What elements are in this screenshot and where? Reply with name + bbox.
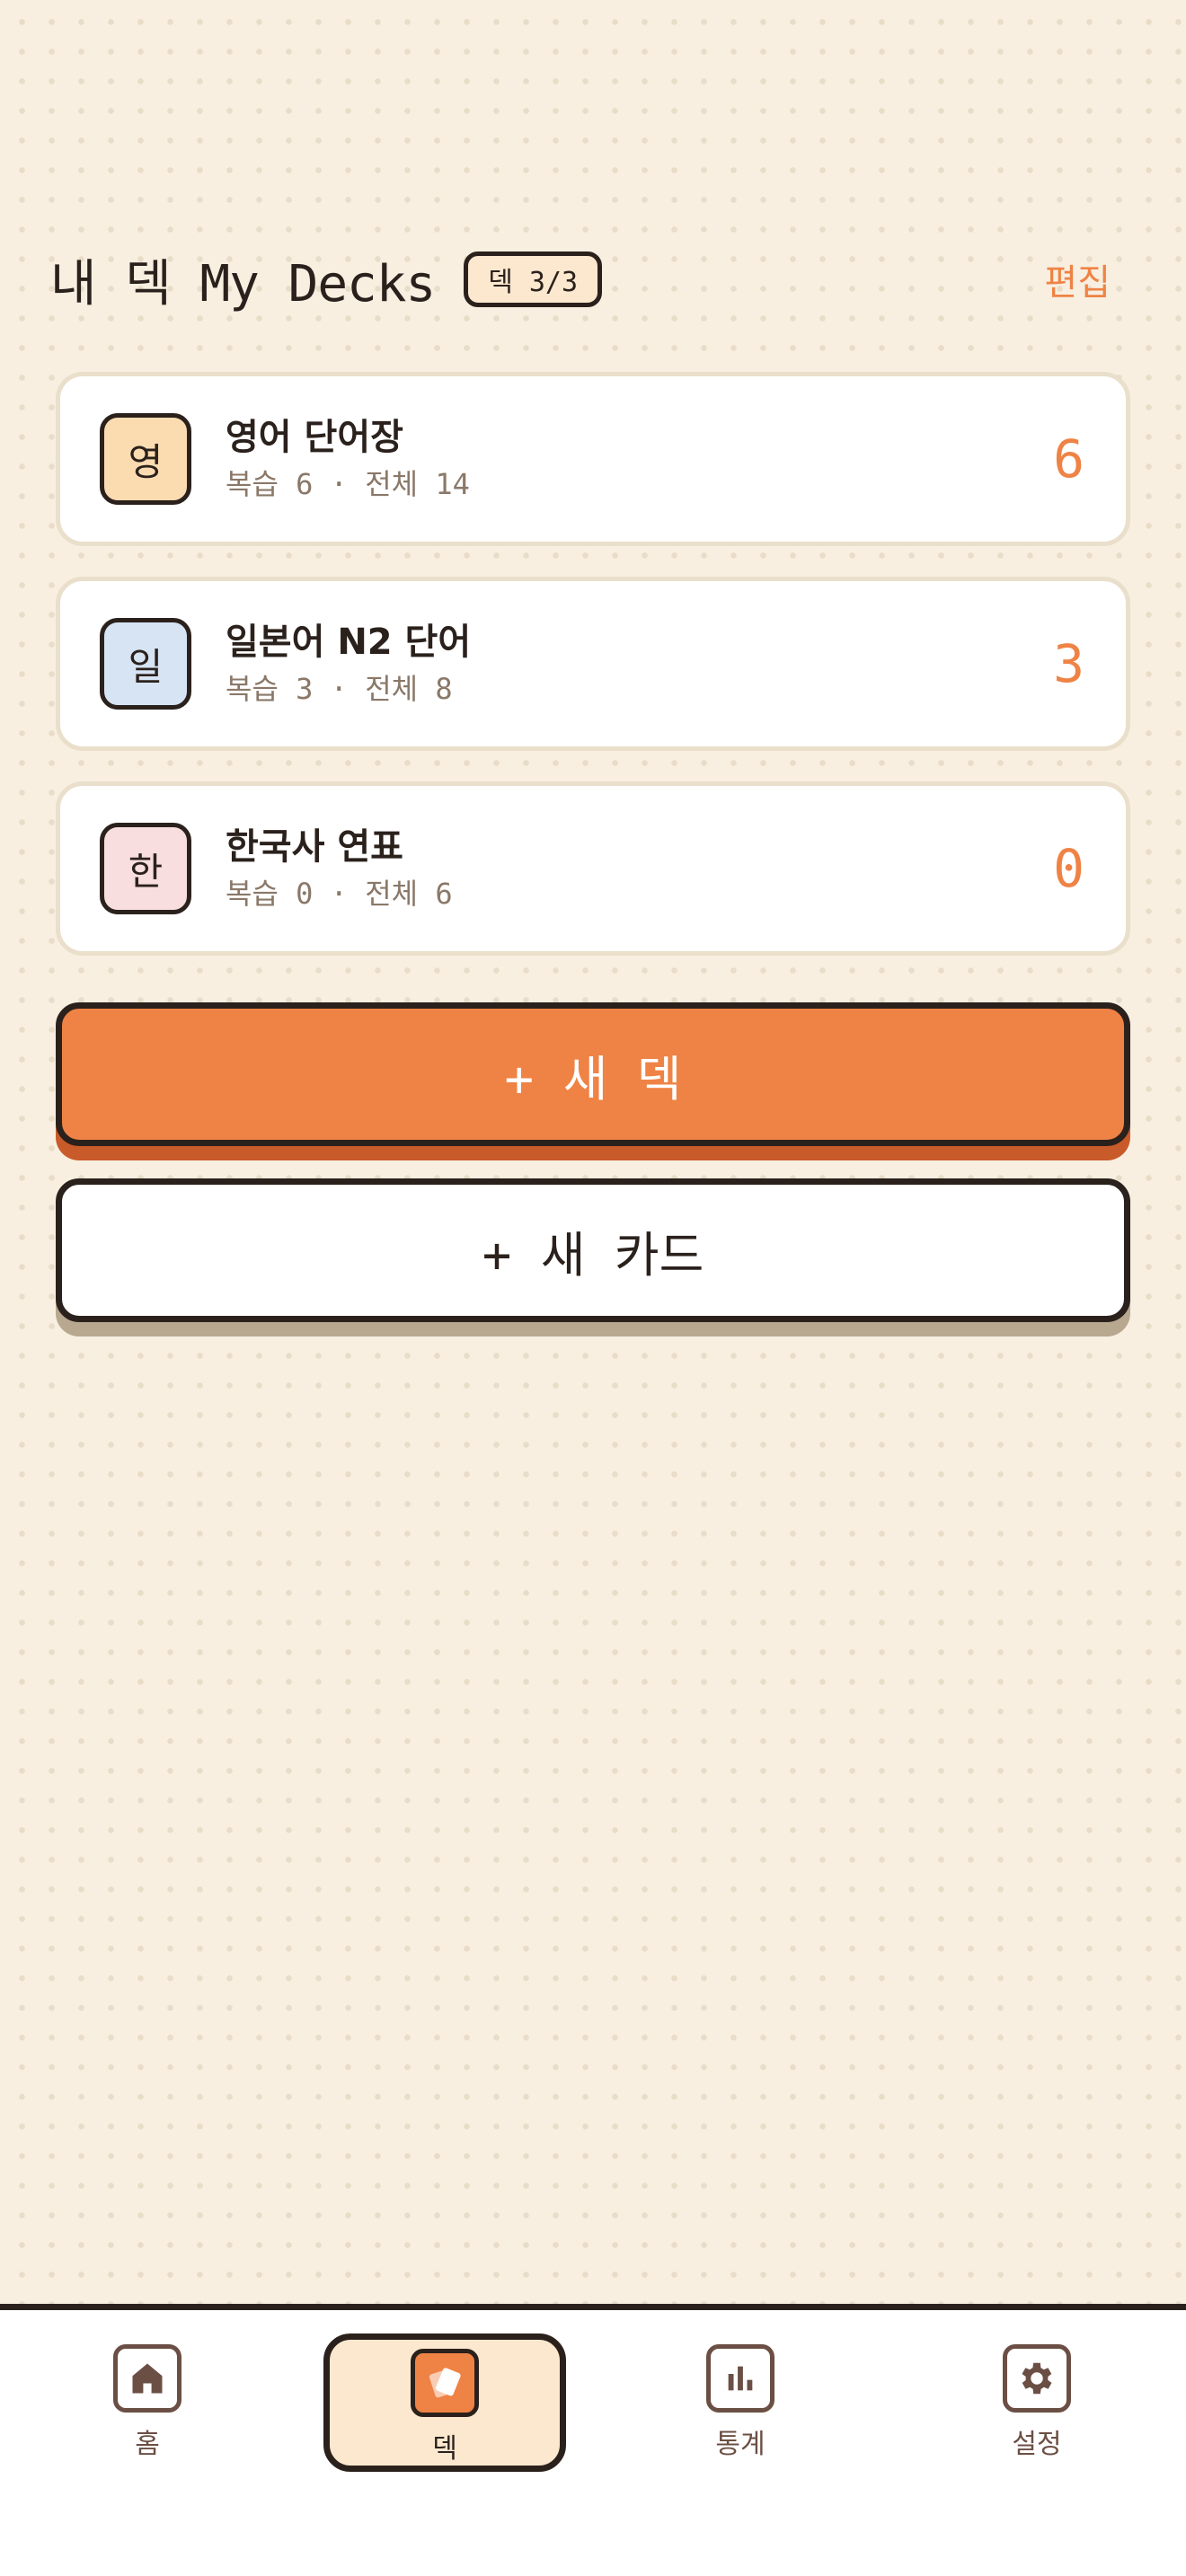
nav-label: 홈: [135, 2429, 160, 2460]
deck-name: 영어 단어장: [226, 417, 403, 458]
edit-button[interactable]: 편집: [1044, 253, 1111, 305]
deck-name: 일본어 N2 단어: [226, 622, 472, 663]
bottom-nav: 홈 덱 통계 설정: [0, 2304, 1186, 2576]
deck-icon-char: 영: [128, 439, 164, 484]
deck-list: 영 영어 단어장 복습 6 · 전체 14 6 일 일본어 N2 단어 복습 3…: [56, 372, 1130, 986]
nav-label: 통계: [715, 2429, 766, 2460]
deck-text: 영어 단어장 복습 6 · 전체 14: [226, 414, 1053, 504]
home-icon: [113, 2344, 181, 2413]
deck-card-korean-history[interactable]: 한 한국사 연표 복습 0 · 전체 6 0: [56, 781, 1130, 956]
deck-card-english[interactable]: 영 영어 단어장 복습 6 · 전체 14 6: [56, 372, 1130, 546]
deck-name: 한국사 연표: [226, 826, 403, 868]
deck-meta: 복습 6 · 전체 14: [226, 467, 470, 501]
nav-item-settings[interactable]: 설정: [947, 2344, 1127, 2470]
nav-item-home[interactable]: 홈: [58, 2344, 237, 2470]
deck-text: 한국사 연표 복습 0 · 전체 6: [226, 824, 1053, 913]
deck-text: 일본어 N2 단어 복습 3 · 전체 8: [226, 619, 1053, 709]
deck-icon: 한: [100, 823, 191, 914]
deck-icon: 일: [100, 618, 191, 710]
new-deck-button[interactable]: + 새 덱: [56, 1002, 1130, 1146]
nav-item-stats[interactable]: 통계: [651, 2344, 830, 2470]
deck-icon: 영: [100, 413, 191, 505]
deck-meta: 복습 3 · 전체 8: [226, 672, 453, 706]
deck-due-count: 3: [1053, 633, 1084, 694]
nav-label: 설정: [1012, 2429, 1062, 2460]
deck-count-badge: 덱 3/3: [464, 251, 603, 307]
nav-label: 덱: [432, 2433, 457, 2465]
nav-item-decks[interactable]: 덱: [323, 2333, 566, 2472]
deck-icon-char: 한: [128, 849, 164, 894]
deck-card-japanese[interactable]: 일 일본어 N2 단어 복습 3 · 전체 8 3: [56, 577, 1130, 751]
cards-icon: [411, 2349, 479, 2417]
bar-chart-icon: [706, 2344, 774, 2413]
deck-due-count: 0: [1053, 838, 1084, 899]
deck-icon-char: 일: [128, 644, 164, 689]
page-title: 내 덱 My Decks: [50, 254, 436, 313]
page-header: 내 덱 My Decks 덱 3/3 편집: [50, 241, 1111, 318]
deck-meta: 복습 0 · 전체 6: [226, 877, 453, 911]
new-card-button[interactable]: + 새 카드: [56, 1178, 1130, 1322]
deck-due-count: 6: [1053, 428, 1084, 490]
gear-icon: [1003, 2344, 1071, 2413]
